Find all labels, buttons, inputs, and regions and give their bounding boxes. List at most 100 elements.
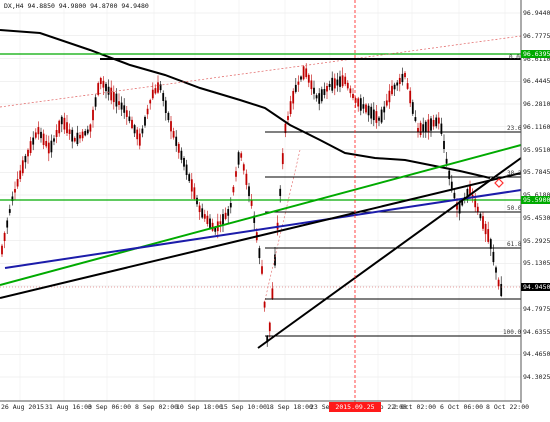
candle-body — [495, 267, 497, 273]
candle-body — [313, 87, 315, 94]
symbol-label: DX,H4 — [4, 2, 24, 10]
candle-body — [102, 80, 105, 88]
price-tick-label: 94.4650 — [523, 350, 550, 359]
time-tick-label: 31 Aug 16:00 — [45, 403, 92, 411]
price-tick-label: 94.7975 — [523, 304, 550, 313]
candle-body — [89, 124, 92, 132]
candle-body — [206, 215, 209, 224]
candle-body — [492, 251, 495, 263]
candle-body — [388, 90, 391, 103]
candle-body — [120, 102, 123, 110]
candle-body — [185, 164, 188, 176]
candle-body — [445, 158, 448, 164]
candle-body — [320, 89, 323, 102]
candle-body — [326, 86, 328, 92]
candle-body — [47, 142, 50, 154]
candle-body — [219, 221, 222, 225]
candle-body — [146, 108, 149, 115]
candle-body — [248, 186, 250, 197]
candle-body — [27, 149, 29, 157]
price-tick-label: 96.2810 — [523, 100, 550, 108]
candle-body — [448, 170, 451, 179]
price-marker: 95.5900 — [521, 196, 550, 204]
time-tick-label: 6 Oct 06:00 — [440, 403, 484, 411]
cursor-time-label: 2015.09.25 22:00 — [329, 402, 381, 421]
candle-body — [398, 77, 401, 85]
ohlc-quote: 94.8850 94.9800 94.8700 94.9480 — [27, 2, 149, 10]
candle-body — [131, 119, 133, 129]
candle-body — [443, 140, 445, 150]
candle-body — [237, 152, 240, 165]
candle-body — [32, 137, 35, 145]
time-tick-label: 18 Sep 18:00 — [266, 403, 313, 411]
candle-body — [419, 122, 422, 136]
candle-body — [349, 88, 352, 94]
price-tick-label: 96.9440 — [523, 9, 550, 17]
candle-body — [245, 173, 248, 185]
fib-label-38-2: 38.2 — [507, 170, 522, 177]
candle-body — [172, 131, 175, 138]
black-trendline-rising[interactable] — [257, 157, 522, 349]
candle-body — [305, 68, 308, 78]
candle-body — [385, 100, 388, 106]
candle-body — [125, 110, 128, 117]
candle-body — [292, 90, 295, 104]
candle-body — [250, 200, 253, 206]
candle-body — [190, 179, 193, 192]
candle-body — [414, 117, 417, 121]
candle-body — [55, 130, 58, 137]
candle-body — [271, 288, 274, 299]
candle-body — [240, 153, 243, 158]
alert-marker-icon[interactable] — [494, 178, 504, 188]
candle-body — [34, 132, 37, 138]
time-tick-label: 15 Sep 10:00 — [220, 403, 267, 411]
price-chart[interactable] — [0, 0, 550, 413]
candle-body — [333, 78, 336, 89]
candle-body — [378, 117, 380, 121]
candle-body — [294, 84, 297, 92]
candle-body — [167, 112, 170, 121]
candle-body — [97, 83, 100, 95]
candle-body — [476, 206, 479, 213]
candle-body — [307, 74, 310, 83]
candle-body — [183, 157, 185, 167]
candle-body — [310, 80, 313, 90]
candle-body — [489, 239, 492, 249]
candle-body — [409, 90, 412, 104]
fib-label-61-8: 61.8 — [507, 241, 522, 248]
candle-body — [133, 125, 136, 134]
candle-body — [289, 101, 292, 114]
candle-body — [141, 128, 144, 134]
candle-body — [367, 105, 370, 116]
price-tick-label: 95.2925 — [523, 236, 550, 245]
candle-body — [151, 89, 154, 99]
candle-body — [73, 138, 76, 142]
candle-body — [424, 121, 427, 132]
price-marker: 94.9450 — [521, 283, 550, 291]
candle-body — [50, 140, 53, 153]
candle-body — [79, 134, 81, 139]
candle-body — [484, 223, 487, 235]
candle-body — [209, 218, 211, 229]
candle-body — [112, 92, 115, 103]
candle-body — [365, 104, 367, 113]
fib-label-100: 100.0 — [503, 329, 522, 336]
candle-body — [123, 105, 126, 113]
black-trendline-lower[interactable] — [0, 172, 522, 299]
price-marker: 96.6395 — [521, 50, 550, 58]
candle-body — [224, 212, 227, 219]
candle-body — [149, 100, 152, 104]
candle-body — [430, 118, 432, 131]
price-tick-label: 95.9510 — [523, 145, 550, 154]
candle-body — [417, 127, 419, 133]
candle-body — [107, 86, 110, 95]
price-tick-label: 95.1305 — [523, 259, 550, 268]
candle-body — [287, 116, 289, 120]
fib-label-23-6: 23.6 — [507, 125, 522, 132]
candle-body — [53, 138, 55, 142]
candle-body — [281, 153, 284, 165]
candle-body — [110, 87, 113, 101]
time-tick-label: 8 Sep 02:00 — [135, 403, 179, 411]
candle-body — [328, 83, 331, 88]
blue-trendline[interactable] — [4, 189, 522, 269]
